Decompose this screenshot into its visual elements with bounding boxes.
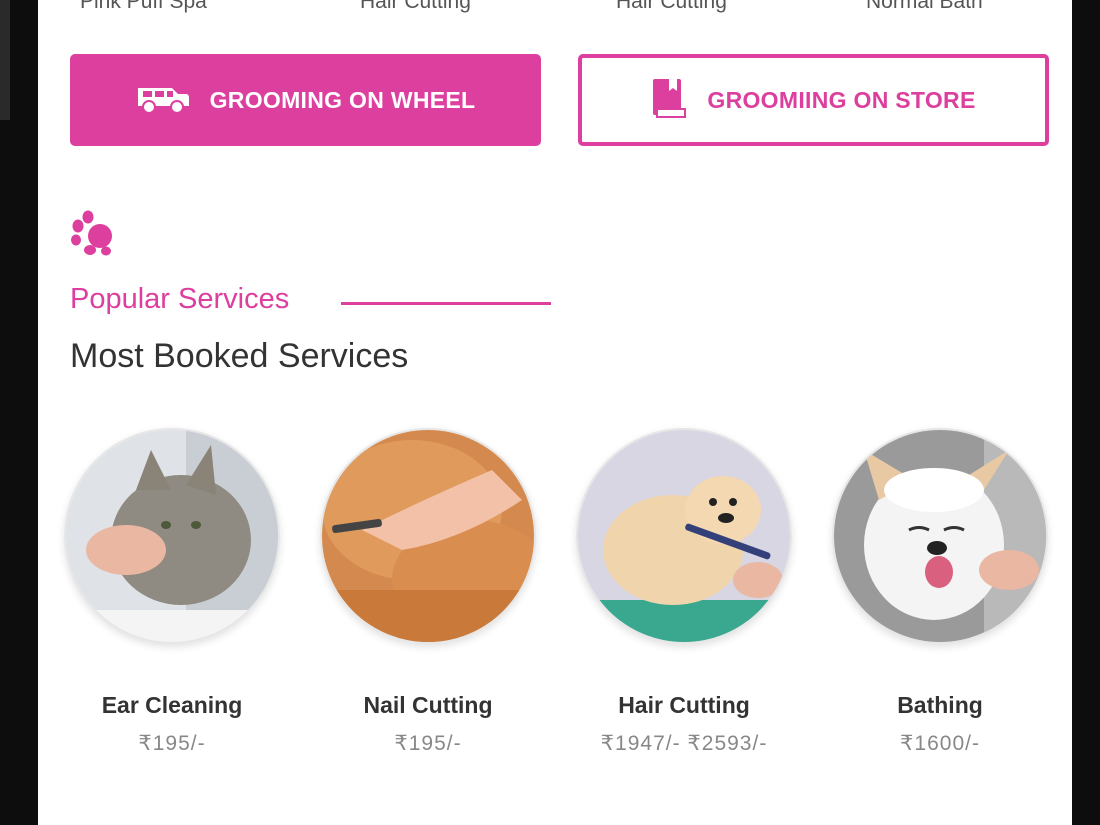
service-card-bathing[interactable]: Bathing ₹1600/- (832, 428, 1048, 756)
top-row-label: Normal Bath (866, 0, 983, 13)
grooming-on-store-button[interactable]: GROOMIING ON STORE (578, 54, 1049, 146)
service-price: ₹195/- (138, 732, 206, 755)
grooming-on-wheel-button[interactable]: GROOMING ON WHEEL (70, 54, 541, 146)
service-name: Hair Cutting (618, 692, 750, 718)
service-price: ₹195/- (394, 732, 462, 755)
service-name: Bathing (897, 692, 983, 718)
previous-row-labels: Pink Puff Spa Hair Cutting Hair Cutting … (38, 0, 1072, 13)
top-row-label: Hair Cutting (360, 0, 471, 13)
service-card-nail-cutting[interactable]: Nail Cutting ₹195/- (320, 428, 536, 756)
service-card-hair-cutting[interactable]: Hair Cutting ₹1947/- ₹2593/- (576, 428, 792, 756)
section-title: Most Booked Services (70, 337, 409, 375)
device-frame-right (1072, 0, 1100, 825)
paw-icon (68, 210, 116, 263)
device-frame-edge (0, 0, 10, 120)
service-price: ₹1947/- ₹2593/- (600, 732, 768, 755)
section-divider (341, 302, 551, 305)
cat-ear-cleaning-photo (64, 428, 280, 644)
top-row-label: Hair Cutting (616, 0, 727, 13)
book-icon (651, 77, 687, 124)
grooming-on-wheel-label: GROOMING ON WHEEL (209, 86, 476, 113)
top-row-label: Pink Puff Spa (80, 0, 207, 13)
grooming-on-store-label: GROOMIING ON STORE (707, 86, 976, 113)
service-card-ear-cleaning[interactable]: Ear Cleaning ₹195/- (64, 428, 280, 756)
cat-nail-cutting-photo (320, 428, 536, 644)
service-price: ₹1600/- (900, 732, 980, 755)
van-icon (136, 82, 190, 119)
service-name: Nail Cutting (363, 692, 493, 718)
app-screen: Pink Puff Spa Hair Cutting Hair Cutting … (38, 0, 1072, 825)
pomeranian-hair-cutting-photo (576, 428, 792, 644)
dog-bathing-photo (832, 428, 1048, 644)
section-kicker: Popular Services (70, 283, 290, 315)
device-frame-left (0, 0, 38, 825)
service-name: Ear Cleaning (101, 692, 243, 718)
